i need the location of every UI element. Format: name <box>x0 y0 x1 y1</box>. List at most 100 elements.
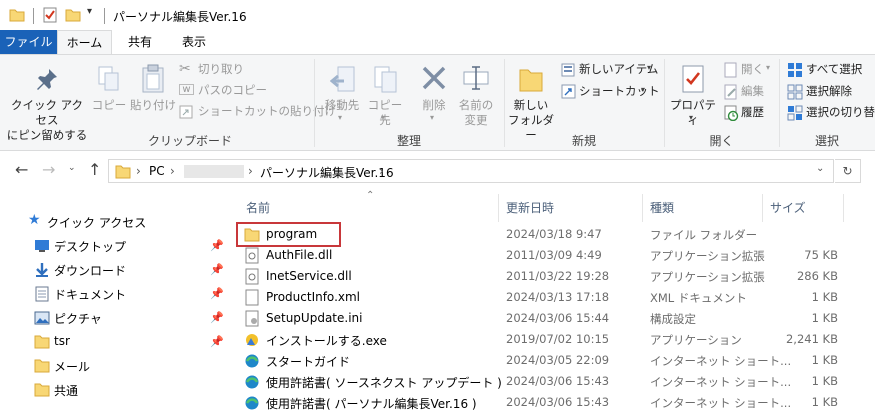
tab-file[interactable]: ファイル <box>0 30 57 54</box>
pin-icon: 📌 <box>210 287 224 300</box>
divider[interactable] <box>498 194 499 222</box>
nav-item-downloads[interactable]: ダウンロード 📌 <box>0 258 233 282</box>
pin-icon: 📌 <box>210 263 224 276</box>
breadcrumb-current-folder[interactable]: パーソナル編集長Ver.16 <box>260 164 394 181</box>
divider[interactable] <box>642 194 643 222</box>
window-title: パーソナル編集長Ver.16 <box>113 10 247 24</box>
nav-item-tsr[interactable]: tsr 📌 <box>0 330 233 354</box>
select-all-button[interactable]: すべて選択 <box>806 61 862 77</box>
file-type: アプリケーション <box>650 333 742 347</box>
ini-icon <box>245 310 259 327</box>
select-none-button[interactable]: 選択解除 <box>806 83 852 99</box>
divider[interactable] <box>843 194 844 222</box>
history-button[interactable]: 履歴 <box>741 104 764 120</box>
picture-icon <box>34 311 50 325</box>
open-button[interactable]: 開く <box>741 61 764 77</box>
file-type: アプリケーション拡張 <box>650 249 765 263</box>
chevron-down-icon: ▾ <box>647 63 652 72</box>
file-name: InetService.dll <box>266 269 352 283</box>
breadcrumb-separator-icon: › <box>170 164 175 178</box>
nav-item-common[interactable]: 共通 <box>0 378 233 402</box>
sort-ascending-icon: ⌃ <box>366 190 375 201</box>
properties-check-icon[interactable] <box>42 7 58 23</box>
copy-path-button[interactable]: パスのコピー <box>198 82 267 98</box>
breadcrumb-separator-icon: › <box>248 164 253 178</box>
file-modified: 2019/07/02 10:15 <box>506 332 610 346</box>
file-name: 使用許諾書( パーソナル編集長Ver.16 ) <box>266 397 477 411</box>
cut-button[interactable]: 切り取り <box>198 61 244 77</box>
divider <box>104 8 105 24</box>
shortcut-icon <box>561 84 576 99</box>
paste-button[interactable]: 貼り付け <box>129 98 177 113</box>
chevron-down-icon: ▾ <box>381 113 386 122</box>
column-header-type[interactable]: 種類 <box>650 199 674 216</box>
delete-button[interactable]: 削除 <box>414 98 454 113</box>
copy-to-icon <box>374 66 397 93</box>
delete-x-icon <box>422 66 446 90</box>
column-header-size[interactable]: サイズ <box>770 199 806 216</box>
tab-view[interactable]: 表示 <box>170 30 218 54</box>
group-label-new: 新規 <box>571 134 596 148</box>
nav-item-pictures[interactable]: ピクチャ 📌 <box>0 306 233 330</box>
breadcrumb-separator-icon: › <box>136 164 141 178</box>
back-arrow-icon[interactable]: ← <box>15 160 28 179</box>
breadcrumb-pc[interactable]: PC <box>149 164 165 178</box>
pin-icon: 📌 <box>210 311 224 324</box>
refresh-icon[interactable]: ↻ <box>835 159 861 183</box>
file-size: 1 KB <box>811 311 838 325</box>
tab-home[interactable]: ホーム <box>57 30 112 54</box>
file-name: ProductInfo.xml <box>266 290 361 304</box>
file-row[interactable]: インストールする.exe 2019/07/02 10:15 アプリケーション 2… <box>233 329 875 350</box>
move-to-button[interactable]: 移動先 <box>320 98 364 113</box>
shortcut-button[interactable]: ショートカット <box>579 83 660 99</box>
desktop-icon <box>35 240 49 252</box>
move-to-icon <box>330 66 355 92</box>
paste-shortcut-button[interactable]: ショートカットの貼り付け <box>198 103 336 119</box>
address-dropdown-icon[interactable]: ⌄ <box>816 163 824 174</box>
file-row[interactable]: 使用許諾書( ソースネクスト アップデート ) 2024/03/06 15:43… <box>233 371 875 392</box>
file-row[interactable]: InetService.dll 2011/03/22 19:28 アプリケーショ… <box>233 266 875 287</box>
nav-item-label: メール <box>54 360 91 374</box>
invert-selection-button[interactable]: 選択の切り替え <box>806 104 875 120</box>
rename-button[interactable]: 名前の 変更 <box>454 98 498 128</box>
pin-quick-access-button[interactable]: クイック アクセス にピン留めする <box>6 98 88 143</box>
nav-item-mail[interactable]: メール <box>0 354 233 378</box>
file-row[interactable]: AuthFile.dll 2011/03/09 4:49 アプリケーション拡張 … <box>233 245 875 266</box>
file-size: 1 KB <box>811 395 838 409</box>
file-row[interactable]: SetupUpdate.ini 2024/03/06 15:44 構成設定 1 … <box>233 308 875 329</box>
new-folder-icon[interactable] <box>65 7 81 23</box>
breadcrumb-separator-icon: › <box>379 164 384 178</box>
file-row[interactable]: 使用許諾書( パーソナル編集長Ver.16 ) 2024/03/06 15:43… <box>233 392 875 413</box>
properties-icon <box>682 65 704 93</box>
forward-arrow-icon[interactable]: → <box>42 160 55 179</box>
address-bar[interactable]: › PC › › パーソナル編集長Ver.16 › ⌄ <box>108 159 834 183</box>
scissors-icon: ✂ <box>179 61 191 77</box>
nav-item-desktop[interactable]: デスクトップ 📌 <box>0 234 233 258</box>
edit-button[interactable]: 編集 <box>741 83 764 99</box>
nav-item-documents[interactable]: ドキュメント 📌 <box>0 282 233 306</box>
group-label-clipboard: クリップボード <box>147 134 232 148</box>
column-header-name[interactable]: 名前 <box>246 199 270 216</box>
new-item-icon <box>561 63 575 77</box>
rename-icon <box>463 66 489 90</box>
file-row[interactable]: スタートガイド 2024/03/05 22:09 インターネット ショート...… <box>233 350 875 371</box>
nav-item-label: クイック アクセス <box>47 216 147 230</box>
xml-icon <box>245 289 259 306</box>
up-arrow-icon[interactable]: ↑ <box>88 160 101 179</box>
copy-button[interactable]: コピー <box>91 98 127 113</box>
file-type: インターネット ショート... <box>650 354 792 368</box>
file-name: スタートガイド <box>266 355 351 369</box>
file-row[interactable]: ProductInfo.xml 2024/03/13 17:18 XML ドキュ… <box>233 287 875 308</box>
pin-quick-access-label-1: クイック アクセス <box>10 98 84 127</box>
divider[interactable] <box>762 194 763 222</box>
column-header-modified[interactable]: 更新日時 <box>506 199 554 216</box>
tab-share[interactable]: 共有 <box>115 30 165 54</box>
customize-quick-access-icon[interactable]: ▾ <box>87 6 92 17</box>
url-icon <box>245 375 259 389</box>
edit-icon <box>724 84 737 100</box>
folder-icon <box>34 383 50 397</box>
blurred-breadcrumb[interactable] <box>184 165 244 178</box>
nav-item-quick-access[interactable]: ★ クイック アクセス <box>0 210 233 234</box>
file-modified: 2024/03/06 15:44 <box>506 311 610 325</box>
recent-locations-chevron-icon[interactable]: ⌄ <box>68 163 76 173</box>
